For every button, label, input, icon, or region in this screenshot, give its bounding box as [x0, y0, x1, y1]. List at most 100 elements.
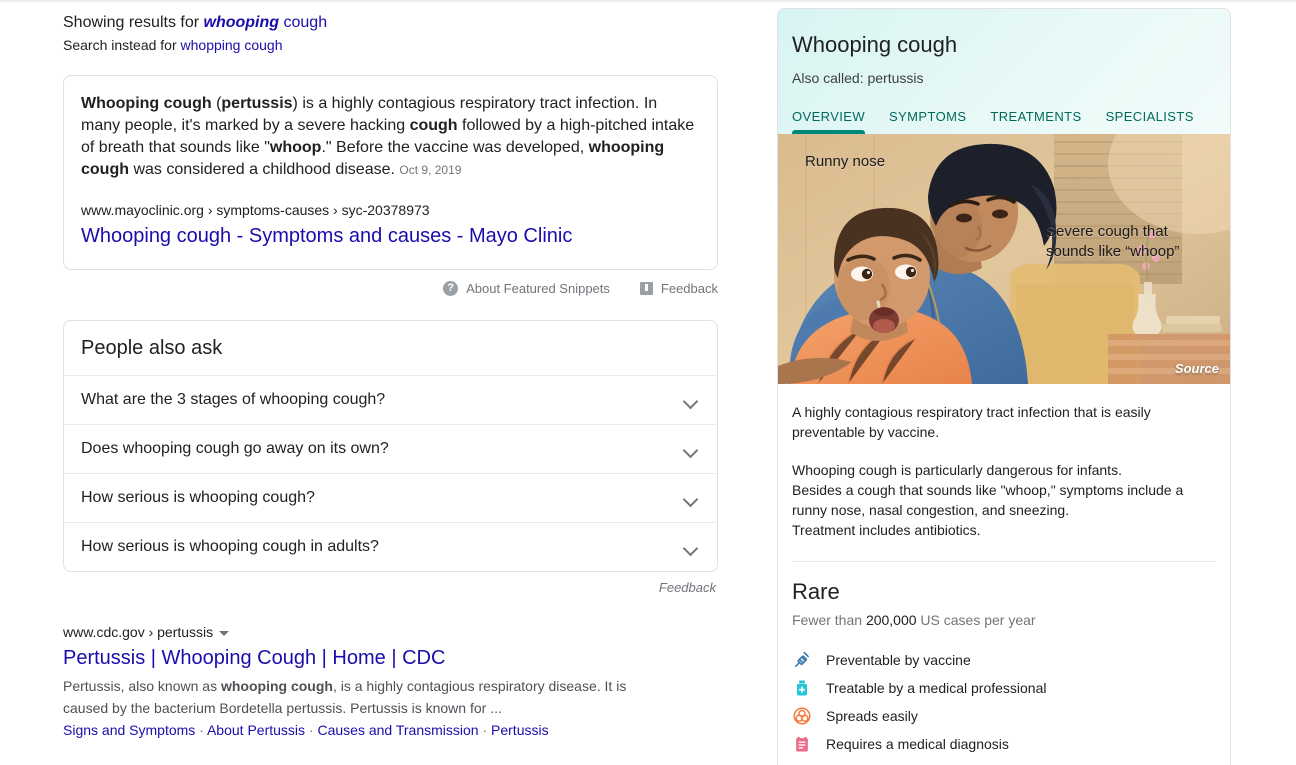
- prevalence-heading: Rare: [792, 579, 840, 604]
- organic-result-cdc: www.cdc.gov › pertussis Pertussis | Whoo…: [63, 623, 718, 741]
- description-paragraph-1: A highly contagious respiratory tract in…: [792, 404, 1151, 440]
- knowledge-panel: Whooping cough Also called: pertussis OV…: [777, 8, 1231, 765]
- knowledge-panel-header: Whooping cough Also called: pertussis OV…: [778, 9, 1230, 134]
- featured-snippet-rich-text: Whooping cough (pertussis) is a highly c…: [81, 95, 694, 178]
- knowledge-panel-description: A highly contagious respiratory tract in…: [778, 384, 1230, 540]
- result-options-caret-icon[interactable]: [219, 630, 230, 636]
- main-results-column: Showing results for whooping cough Searc…: [63, 12, 718, 765]
- search-instead-line: Search instead for whopping cough: [63, 35, 718, 55]
- chevron-down-icon: [682, 489, 700, 507]
- search-instead-link[interactable]: whopping cough: [181, 37, 283, 53]
- flag-icon: [639, 282, 653, 295]
- attribute-label: Preventable by vaccine: [826, 652, 971, 668]
- chevron-down-icon: [682, 391, 700, 409]
- emphasized-text: whooping cough: [220, 678, 333, 694]
- showing-results-prefix: Showing results for: [63, 14, 204, 31]
- featured-snippet-date: Oct 9, 2019: [399, 163, 462, 177]
- snippet-feedback-button[interactable]: Feedback: [639, 281, 718, 296]
- people-also-ask-card: People also ask What are the 3 stages of…: [63, 320, 718, 572]
- attribute-label: Requires a medical diagnosis: [826, 736, 1009, 752]
- sitelink[interactable]: Signs and Symptoms: [63, 722, 195, 738]
- description-paragraph-2-line-1: Whooping cough is particularly dangerous…: [792, 462, 1122, 478]
- featured-snippet-title-link[interactable]: Whooping cough - Symptoms and causes - M…: [81, 223, 572, 249]
- paa-question-label: How serious is whooping cough?: [81, 489, 315, 506]
- syringe-icon: [792, 650, 812, 670]
- description-paragraph-2-line-3: Treatment includes antibiotics.: [792, 522, 981, 538]
- emphasized-text: whoop: [269, 139, 322, 156]
- tab-treatments[interactable]: TREATMENTS: [990, 109, 1081, 134]
- illustration-label-runny-nose: Runny nose: [805, 153, 886, 170]
- result-snippet: Pertussis, also known as whooping cough,…: [63, 675, 663, 719]
- tab-specialists[interactable]: SPECIALISTS: [1106, 109, 1194, 134]
- knowledge-panel-title: Whooping cough: [792, 32, 958, 57]
- description-paragraph-2-line-2: Besides a cough that sounds like "whoop,…: [792, 482, 1184, 518]
- spreads-easily-icon: [792, 706, 812, 726]
- prevalence-detail: Fewer than 200,000 US cases per year: [792, 610, 1216, 630]
- sitelink[interactable]: About Pertussis: [207, 722, 305, 738]
- people-also-ask-heading: People also ask: [81, 337, 223, 359]
- illustration-label-severe-cough-line1: Severe cough that: [1046, 223, 1168, 240]
- featured-snippet-footer: ? About Featured Snippets Feedback: [63, 281, 718, 296]
- paa-question-label: What are the 3 stages of whooping cough?: [81, 391, 386, 408]
- medicine-bottle-icon: [792, 678, 812, 698]
- paa-question-label: Does whooping cough go away on its own?: [81, 440, 389, 457]
- spelling-correction-block: Showing results for whooping cough Searc…: [63, 12, 718, 55]
- plain-text: was considered a childhood disease.: [129, 161, 400, 178]
- image-source-link[interactable]: Source: [1175, 361, 1219, 376]
- attribute-label: Spreads easily: [826, 708, 918, 724]
- result-title-link[interactable]: Pertussis | Whooping Cough | Home | CDC: [63, 645, 445, 671]
- corrected-query-tail[interactable]: cough: [279, 14, 327, 31]
- chevron-down-icon: [682, 538, 700, 556]
- emphasized-text: Whooping cough: [81, 95, 212, 112]
- search-instead-prefix: Search instead for: [63, 37, 181, 53]
- attribute-row: Preventable by vaccine: [792, 646, 1216, 674]
- paa-question-row[interactable]: What are the 3 stages of whooping cough?: [64, 375, 717, 424]
- attributes-list: Preventable by vaccine Treatable by a me…: [778, 630, 1230, 765]
- sitelink-separator: ·: [478, 722, 492, 738]
- featured-snippet-card: Whooping cough (pertussis) is a highly c…: [63, 75, 718, 270]
- paa-question-row[interactable]: Does whooping cough go away on its own?: [64, 424, 717, 473]
- paa-question-label: How serious is whooping cough in adults?: [81, 538, 379, 555]
- page-top-divider: [0, 0, 1296, 3]
- prevalence-prefix: Fewer than: [792, 612, 866, 628]
- knowledge-panel-subtitle: Also called: pertussis: [792, 70, 924, 86]
- paa-question-row[interactable]: How serious is whooping cough?: [64, 473, 717, 522]
- emphasized-text: pertussis: [221, 95, 293, 112]
- illustration-label-severe-cough-line2: sounds like “whoop”: [1046, 243, 1180, 260]
- corrected-query-term[interactable]: whooping: [204, 14, 280, 31]
- paa-feedback-link[interactable]: Feedback: [63, 580, 718, 595]
- prevalence-value: 200,000: [865, 612, 917, 628]
- snippet-feedback-label: Feedback: [660, 281, 718, 296]
- showing-results-for-line: Showing results for whooping cough: [63, 12, 718, 34]
- sitelink[interactable]: Pertussis: [491, 722, 549, 738]
- about-featured-snippets-button[interactable]: ? About Featured Snippets: [443, 281, 610, 296]
- sitelink-separator: ·: [195, 722, 207, 738]
- knowledge-panel-illustration[interactable]: Runny nose Severe cough that sounds like …: [778, 134, 1230, 384]
- attribute-label: Treatable by a medical professional: [826, 680, 1047, 696]
- prevalence-suffix: US cases per year: [916, 612, 1036, 628]
- result-url-label[interactable]: www.cdc.gov › pertussis: [63, 623, 213, 641]
- about-featured-snippets-label: About Featured Snippets: [466, 281, 610, 296]
- chevron-down-icon: [682, 440, 700, 458]
- sitelink[interactable]: Causes and Transmission: [317, 722, 478, 738]
- attribute-row: Treatable by a medical professional: [792, 674, 1216, 702]
- plain-text: Pertussis, also known as: [63, 678, 221, 694]
- tab-overview[interactable]: OVERVIEW: [792, 109, 866, 134]
- paa-question-row[interactable]: How serious is whooping cough in adults?: [64, 522, 717, 571]
- featured-snippet-text: Whooping cough (pertussis) is a highly c…: [81, 93, 700, 181]
- sitelink-separator: ·: [305, 722, 318, 738]
- attribute-row: Requires a medical diagnosis: [792, 730, 1216, 758]
- attribute-row: Spreads easily: [792, 702, 1216, 730]
- result-url-row: www.cdc.gov › pertussis: [63, 623, 718, 641]
- tab-symptoms[interactable]: SYMPTOMS: [889, 109, 966, 134]
- search-results-page: Showing results for whooping cough Searc…: [0, 0, 1296, 765]
- prevalence-section: Rare Fewer than 200,000 US cases per yea…: [778, 562, 1230, 630]
- plain-text: (: [211, 95, 222, 112]
- emphasized-text: cough: [409, 117, 458, 134]
- help-circle-icon: ?: [443, 281, 459, 296]
- plain-text: ." Before the vaccine was developed,: [321, 139, 589, 156]
- featured-snippet-url[interactable]: www.mayoclinic.org › symptoms-causes › s…: [81, 201, 700, 219]
- knowledge-panel-tabs: OVERVIEW SYMPTOMS TREATMENTS SPECIALISTS: [792, 109, 1216, 134]
- description-text: A highly contagious respiratory tract in…: [792, 402, 1216, 540]
